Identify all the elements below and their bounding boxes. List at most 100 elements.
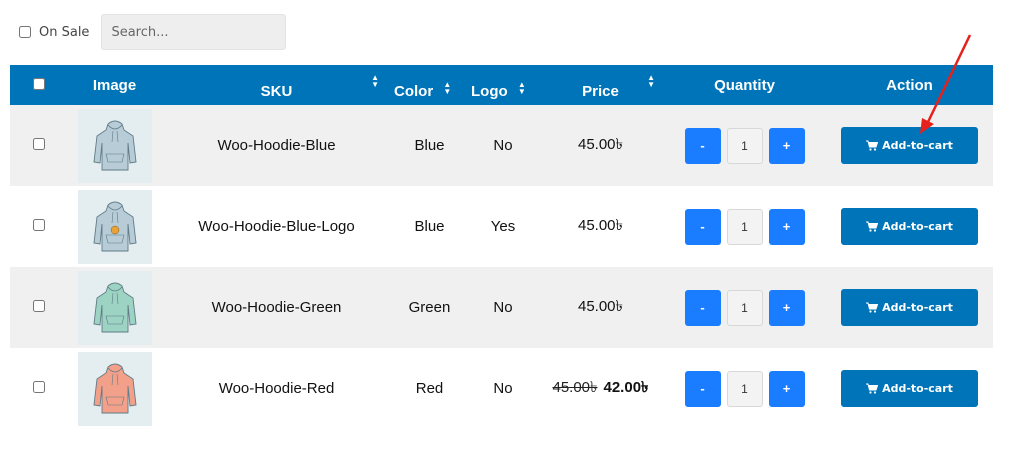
- quantity-input[interactable]: 1: [726, 289, 763, 326]
- add-to-cart-label: Add-to-cart: [882, 382, 953, 395]
- row-checkbox[interactable]: [32, 138, 45, 150]
- color-cell: Red: [415, 380, 444, 397]
- increase-quantity-button[interactable]: +: [768, 370, 805, 407]
- select-all-cell: [10, 65, 67, 105]
- row-checkbox[interactable]: [32, 300, 45, 312]
- table-row: Woo-Hoodie-Red Red No 45.00৳ 42.00৳ -1 + Add-to…: [10, 348, 993, 429]
- add-to-cart-button[interactable]: Add-to-cart: [841, 127, 978, 164]
- color-cell: Green: [408, 299, 451, 316]
- header-quantity: Quantity: [714, 76, 775, 94]
- cart-icon: [866, 302, 879, 313]
- quantity-stepper: -1 +: [663, 127, 826, 164]
- cart-icon: [866, 221, 879, 232]
- add-to-cart-button[interactable]: Add-to-cart: [841, 208, 978, 245]
- add-to-cart-label: Add-to-cart: [882, 139, 953, 152]
- select-cell: [10, 267, 67, 348]
- table-row: Woo-Hoodie-Blue-Logo Blue Yes 45.00৳ -1 + Add-…: [10, 186, 993, 267]
- products-table-wrapper: Image SKU ▲ ▼ Color ▲ ▼ Logo ▲ ▼ Price ▲ ▼ Q: [10, 65, 993, 429]
- header-sku-label: SKU: [260, 82, 293, 100]
- add-to-cart-label: Add-to-cart: [882, 301, 953, 314]
- cart-icon: [866, 383, 879, 394]
- price-cell: 45.00৳: [538, 186, 663, 267]
- sku-cell: Woo-Hoodie-Green: [211, 299, 342, 316]
- hoodie-icon: [93, 363, 136, 413]
- increase-quantity-button[interactable]: +: [768, 208, 805, 245]
- price-cell: 45.00৳ 42.00৳: [538, 348, 663, 429]
- quantity-stepper: -1 +: [663, 370, 826, 407]
- header-action: Action: [886, 76, 933, 94]
- logo-cell: No: [493, 299, 513, 316]
- cart-icon: [866, 140, 879, 151]
- header-price[interactable]: Price ▲ ▼: [538, 65, 663, 105]
- sku-cell: Woo-Hoodie-Red: [218, 380, 335, 397]
- select-all-checkbox[interactable]: [32, 77, 45, 90]
- quantity-stepper: -1 +: [663, 208, 826, 245]
- action-cell: Add-to-cart: [826, 267, 993, 348]
- hoodie-icon: [93, 201, 136, 251]
- quantity-input[interactable]: 1: [726, 208, 763, 245]
- header-logo-label: Logo: [471, 82, 508, 100]
- table-header-row: Image SKU ▲ ▼ Color ▲ ▼ Logo ▲ ▼ Price ▲ ▼ Q: [10, 65, 993, 105]
- action-cell: Add-to-cart: [826, 348, 993, 429]
- logo-cell: No: [493, 137, 513, 154]
- select-cell: [10, 348, 67, 429]
- product-image[interactable]: [77, 270, 152, 345]
- sale-price: 42.00৳: [603, 379, 649, 396]
- quantity-cell: -1 +: [663, 348, 826, 429]
- search-input[interactable]: [101, 14, 287, 50]
- image-cell: [67, 267, 162, 348]
- decrease-quantity-button[interactable]: -: [684, 370, 721, 407]
- sku-cell: Woo-Hoodie-Blue-Logo: [198, 218, 355, 235]
- price: 45.00৳: [577, 298, 623, 315]
- decrease-quantity-button[interactable]: -: [684, 289, 721, 326]
- price-cell: 45.00৳: [538, 105, 663, 186]
- color-cell: Blue: [414, 218, 445, 235]
- table-row: Woo-Hoodie-Blue Blue No 45.00৳ -1 + Add-to-car…: [10, 105, 993, 186]
- on-sale-label: On Sale: [39, 24, 90, 40]
- sku-cell: Woo-Hoodie-Blue: [217, 137, 336, 154]
- image-cell: [67, 348, 162, 429]
- sort-icon[interactable]: ▲ ▼: [443, 80, 451, 95]
- sort-icon[interactable]: ▲ ▼: [371, 74, 379, 89]
- product-image[interactable]: [77, 108, 152, 183]
- row-checkbox[interactable]: [32, 381, 45, 393]
- filter-bar: On Sale: [19, 14, 287, 50]
- add-to-cart-button[interactable]: Add-to-cart: [841, 289, 978, 326]
- sort-icon[interactable]: ▲ ▼: [518, 80, 526, 95]
- hoodie-icon: [93, 282, 136, 332]
- price: 45.00৳: [577, 136, 623, 153]
- action-cell: Add-to-cart: [826, 105, 993, 186]
- image-cell: [67, 105, 162, 186]
- header-sku[interactable]: SKU ▲ ▼: [162, 65, 391, 105]
- color-cell: Blue: [414, 137, 445, 154]
- products-table: Image SKU ▲ ▼ Color ▲ ▼ Logo ▲ ▼ Price ▲ ▼ Q: [10, 65, 993, 429]
- header-price-label: Price: [582, 82, 619, 100]
- header-image: Image: [92, 76, 137, 94]
- quantity-cell: -1 +: [663, 105, 826, 186]
- sort-icon[interactable]: ▲ ▼: [647, 74, 655, 89]
- image-cell: [67, 186, 162, 267]
- action-cell: Add-to-cart: [826, 186, 993, 267]
- product-image[interactable]: [77, 351, 152, 426]
- add-to-cart-button[interactable]: Add-to-cart: [841, 370, 978, 407]
- regular-price: 45.00৳: [552, 379, 598, 396]
- add-to-cart-label: Add-to-cart: [882, 220, 953, 233]
- quantity-input[interactable]: 1: [726, 370, 763, 407]
- select-cell: [10, 105, 67, 186]
- quantity-input[interactable]: 1: [726, 127, 763, 164]
- quantity-cell: -1 +: [663, 267, 826, 348]
- header-logo[interactable]: Logo ▲ ▼: [468, 65, 538, 105]
- select-cell: [10, 186, 67, 267]
- increase-quantity-button[interactable]: +: [768, 289, 805, 326]
- product-image[interactable]: [77, 189, 152, 264]
- row-checkbox[interactable]: [32, 219, 45, 231]
- price-cell: 45.00৳: [538, 267, 663, 348]
- increase-quantity-button[interactable]: +: [768, 127, 805, 164]
- quantity-cell: -1 +: [663, 186, 826, 267]
- hoodie-icon: [93, 120, 136, 170]
- header-color[interactable]: Color ▲ ▼: [391, 65, 468, 105]
- decrease-quantity-button[interactable]: -: [684, 127, 721, 164]
- logo-cell: No: [493, 380, 513, 397]
- decrease-quantity-button[interactable]: -: [684, 208, 721, 245]
- on-sale-checkbox[interactable]: [19, 26, 31, 38]
